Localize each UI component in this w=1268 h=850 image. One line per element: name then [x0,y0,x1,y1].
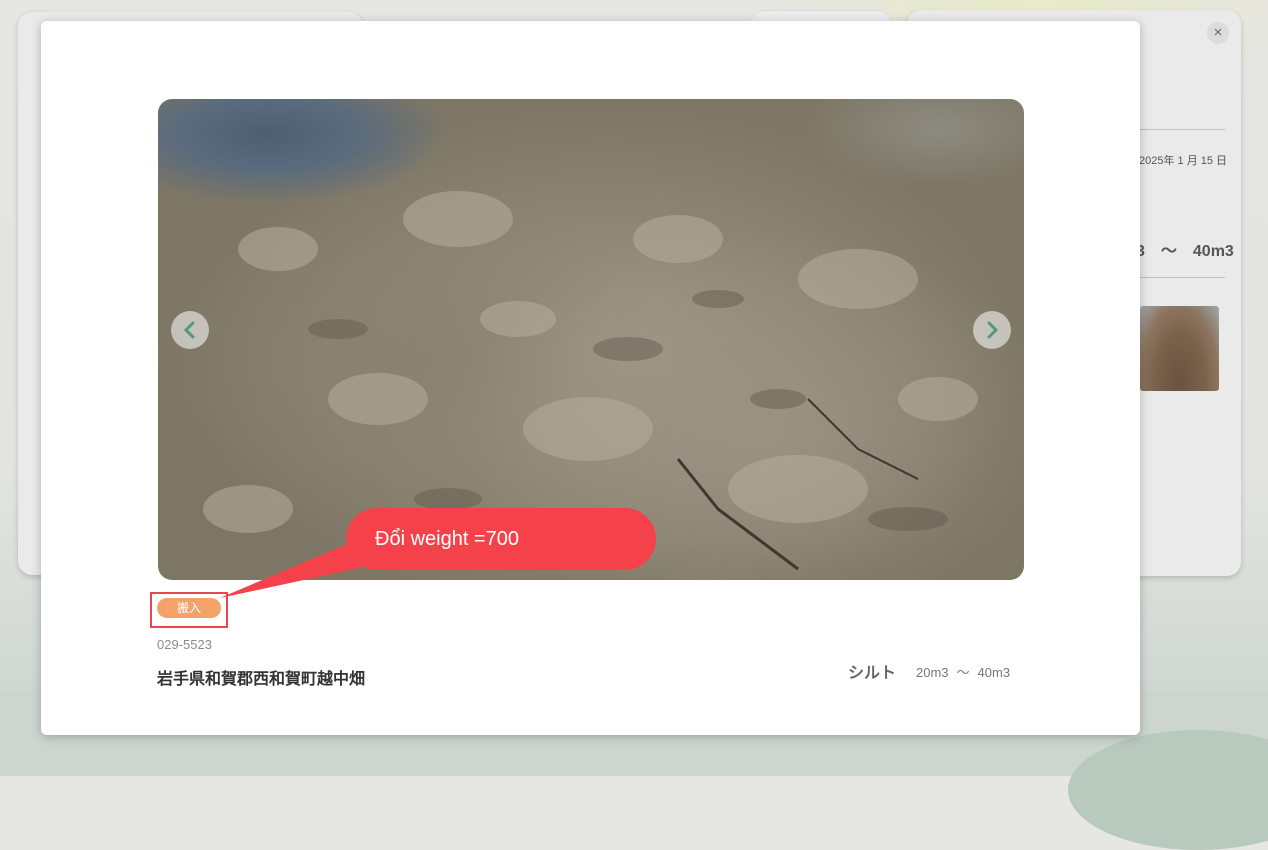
annotation-pointer [220,530,420,598]
annotation-callout: Đổi weight =700 [346,508,656,570]
